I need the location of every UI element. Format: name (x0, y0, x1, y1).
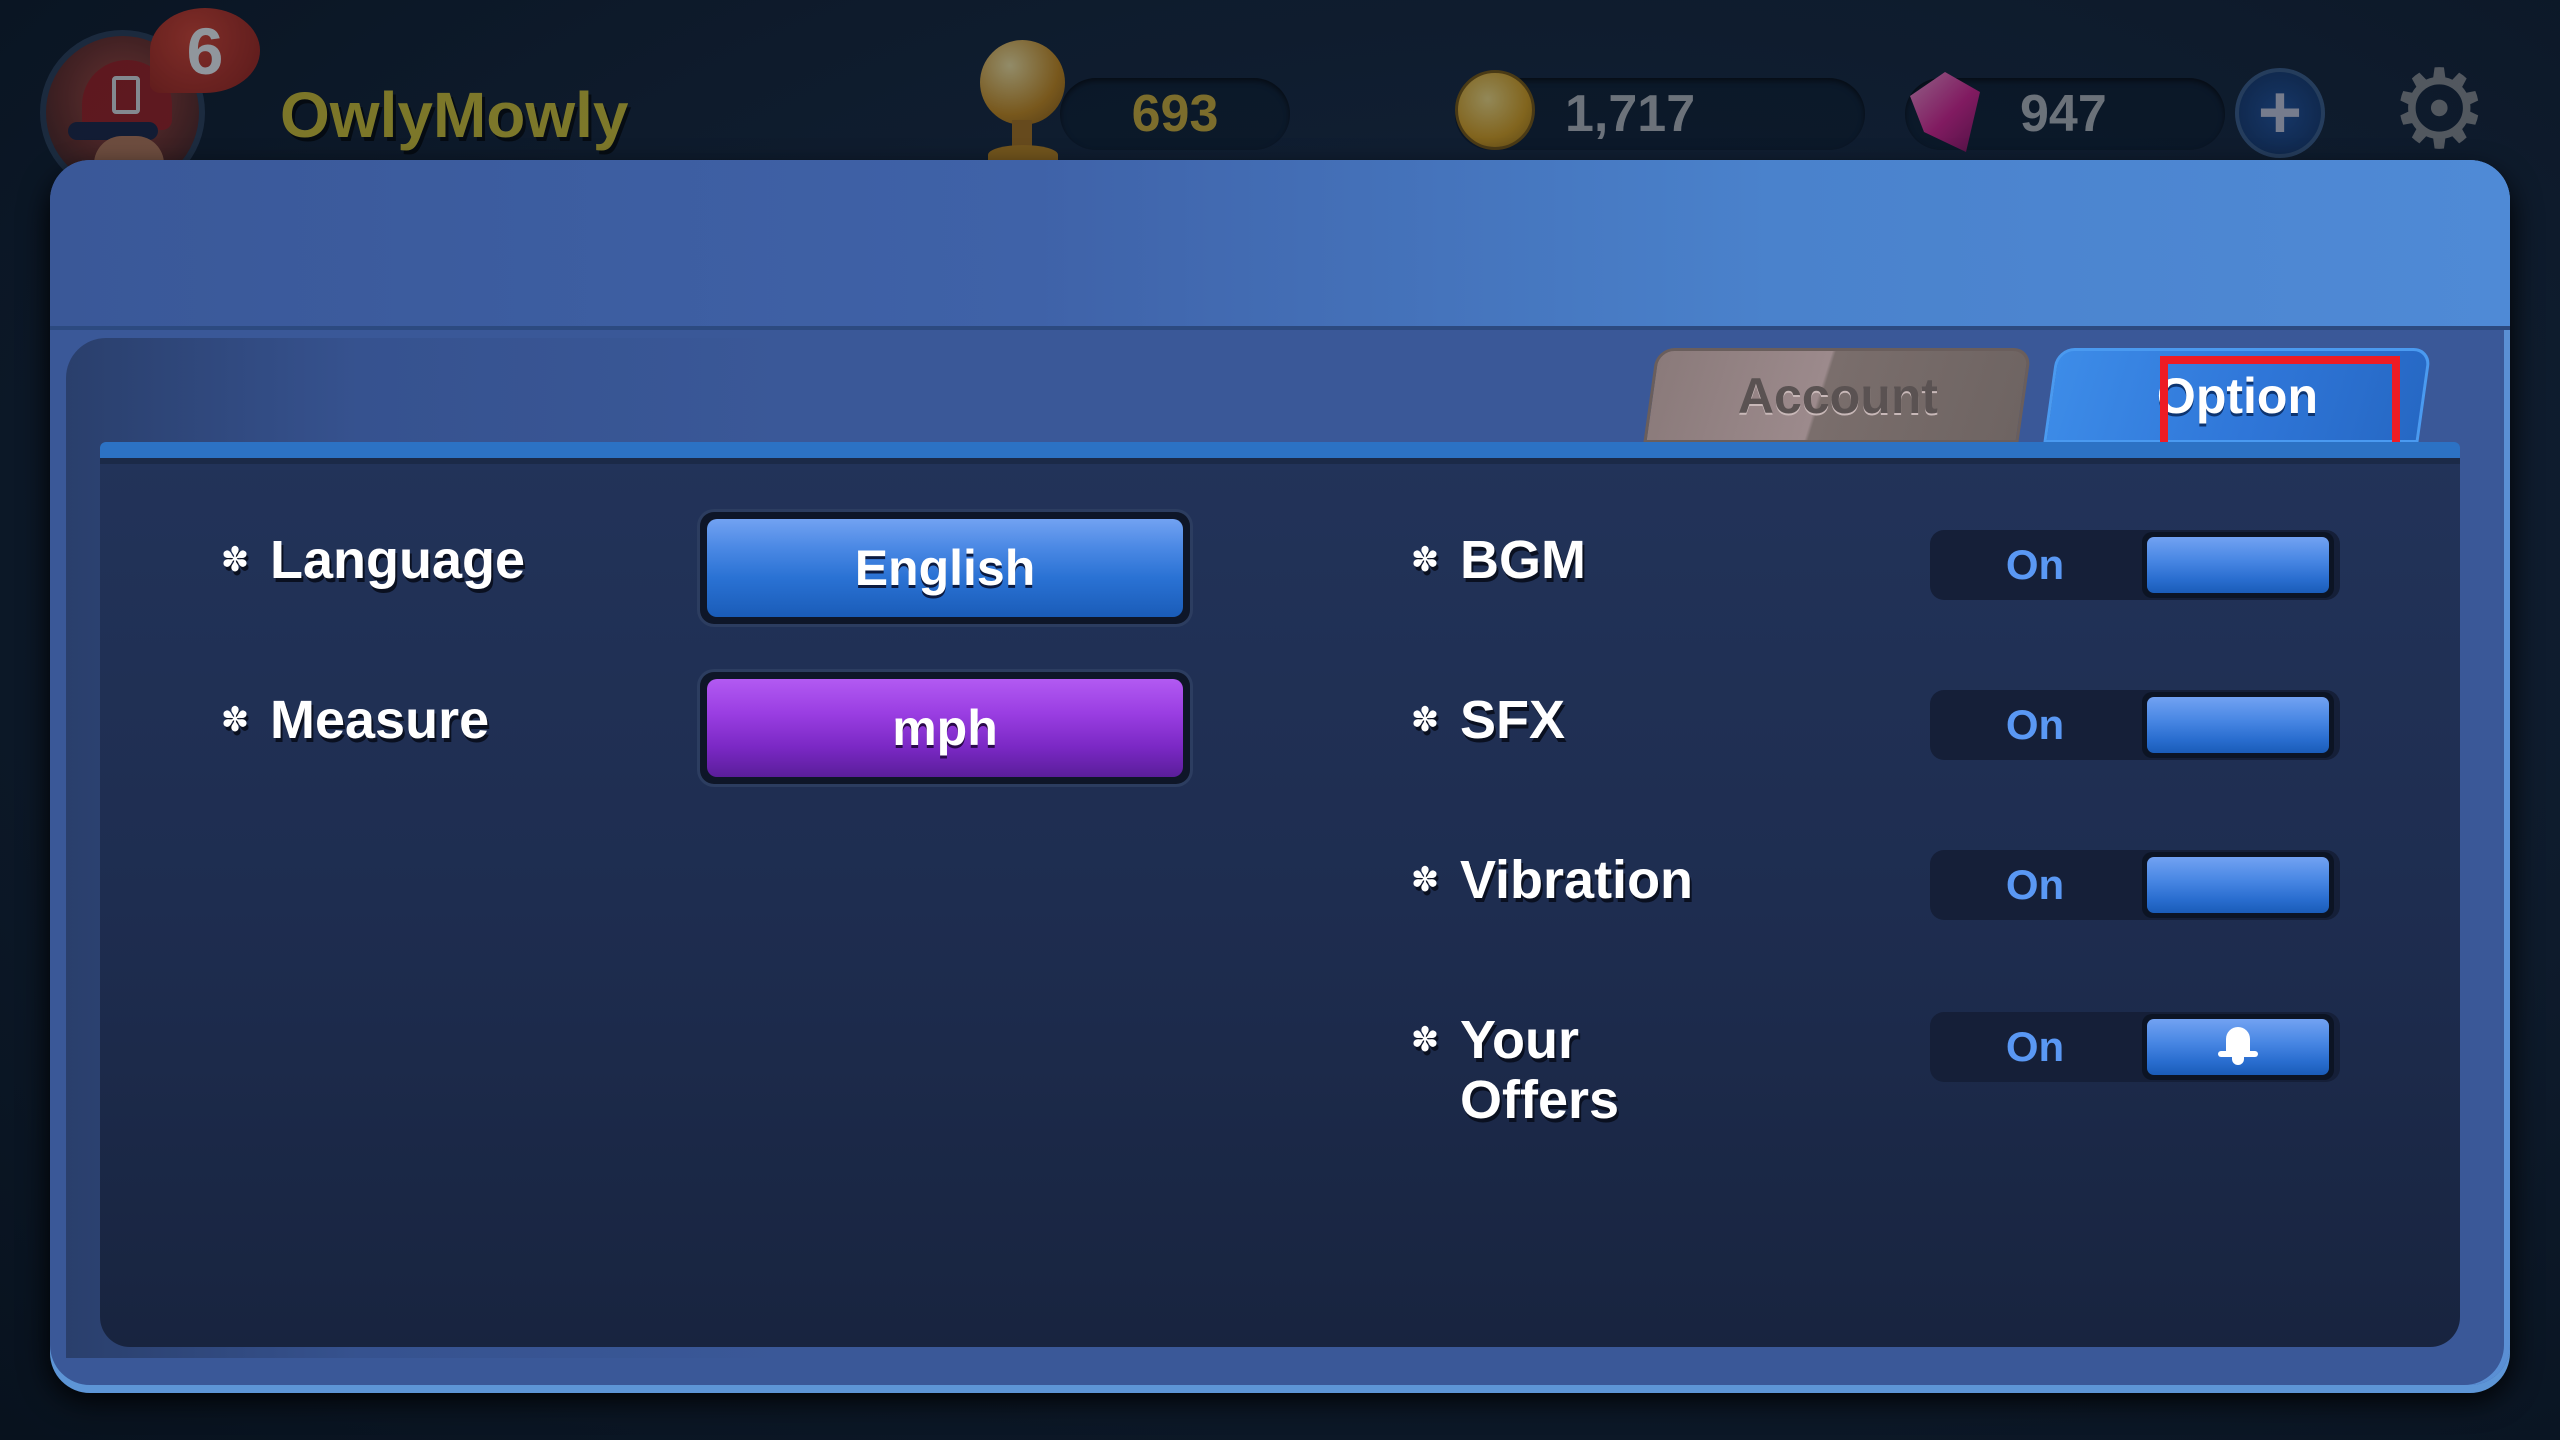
knob-face (2147, 1019, 2329, 1075)
label-text: SFX (1460, 690, 1566, 750)
bell-icon (2218, 1027, 2258, 1067)
bullet-gear-icon: ✽ (1410, 1021, 1440, 1059)
setting-sfx-label: ✽ SFX (1410, 690, 1565, 750)
label-text: Measure (270, 690, 490, 750)
modal-header (50, 160, 2510, 330)
label-text: Language (270, 530, 526, 590)
setting-language-label: ✽ Language (220, 530, 525, 590)
tab-option-label: Option (2156, 367, 2319, 424)
your-offers-toggle-knob[interactable] (2142, 1014, 2334, 1080)
trophy-ball (980, 40, 1065, 125)
trophy-count: 693 (1060, 78, 1290, 150)
player-username: OwlyMowly (280, 79, 629, 151)
trophy-icon (960, 40, 1070, 165)
tab-account[interactable]: Account (1643, 348, 2032, 443)
bgm-toggle-knob[interactable] (2142, 532, 2334, 598)
add-gems-button[interactable]: + (2235, 68, 2325, 158)
settings-gear-icon[interactable]: ⚙ (2390, 55, 2489, 165)
level-badge: 6 (150, 8, 260, 93)
setting-measure-label: ✽ Measure (220, 690, 489, 750)
tab-account-label: Account (1737, 367, 1938, 424)
your-offers-toggle[interactable]: On (1930, 1012, 2340, 1082)
vibration-toggle-knob[interactable] (2142, 852, 2334, 918)
top-status-bar: 6 OwlyMowly 693 1,717 947 + ⚙ (0, 0, 2560, 195)
sfx-toggle-knob[interactable] (2142, 692, 2334, 758)
measure-select-button[interactable]: mph (700, 672, 1190, 784)
label-line-2: Offers (1460, 1070, 1620, 1130)
label-line-1: Your (1460, 1010, 1579, 1070)
bullet-gear-icon: ✽ (1410, 701, 1440, 739)
bgm-toggle[interactable]: On (1930, 530, 2340, 600)
setting-bgm-label: ✽ BGM (1410, 530, 1586, 590)
sfx-state: On (2005, 701, 2065, 748)
language-select-button[interactable]: English (700, 512, 1190, 624)
bullet-gear-icon: ✽ (1410, 861, 1440, 899)
setting-your-offers-label: ✽ Your Offers (1410, 1010, 1619, 1130)
language-value: English (707, 519, 1183, 617)
bullet-gear-icon: ✽ (220, 541, 250, 579)
bullet-gear-icon: ✽ (220, 701, 250, 739)
label-text: Vibration (1460, 850, 1694, 910)
bullet-gear-icon: ✽ (1410, 541, 1440, 579)
bell-dome (2226, 1027, 2250, 1053)
coin-icon (1455, 70, 1535, 150)
bgm-state: On (2005, 541, 2065, 588)
sfx-toggle[interactable]: On (1930, 690, 2340, 760)
knob-face (2147, 537, 2329, 593)
your-offers-state: On (2005, 1023, 2065, 1070)
settings-modal: Account Option ✽ Language English ✽ Meas… (50, 160, 2510, 1385)
vibration-state: On (2005, 861, 2065, 908)
vibration-toggle[interactable]: On (1930, 850, 2340, 920)
label-text: BGM (1460, 530, 1586, 590)
bell-clapper (2232, 1055, 2244, 1065)
label-text: Your Offers (1460, 1010, 1619, 1130)
measure-value: mph (707, 679, 1183, 777)
knob-face (2147, 857, 2329, 913)
setting-vibration-label: ✽ Vibration (1410, 850, 1693, 910)
tab-option[interactable]: Option (2043, 348, 2432, 443)
knob-face (2147, 697, 2329, 753)
